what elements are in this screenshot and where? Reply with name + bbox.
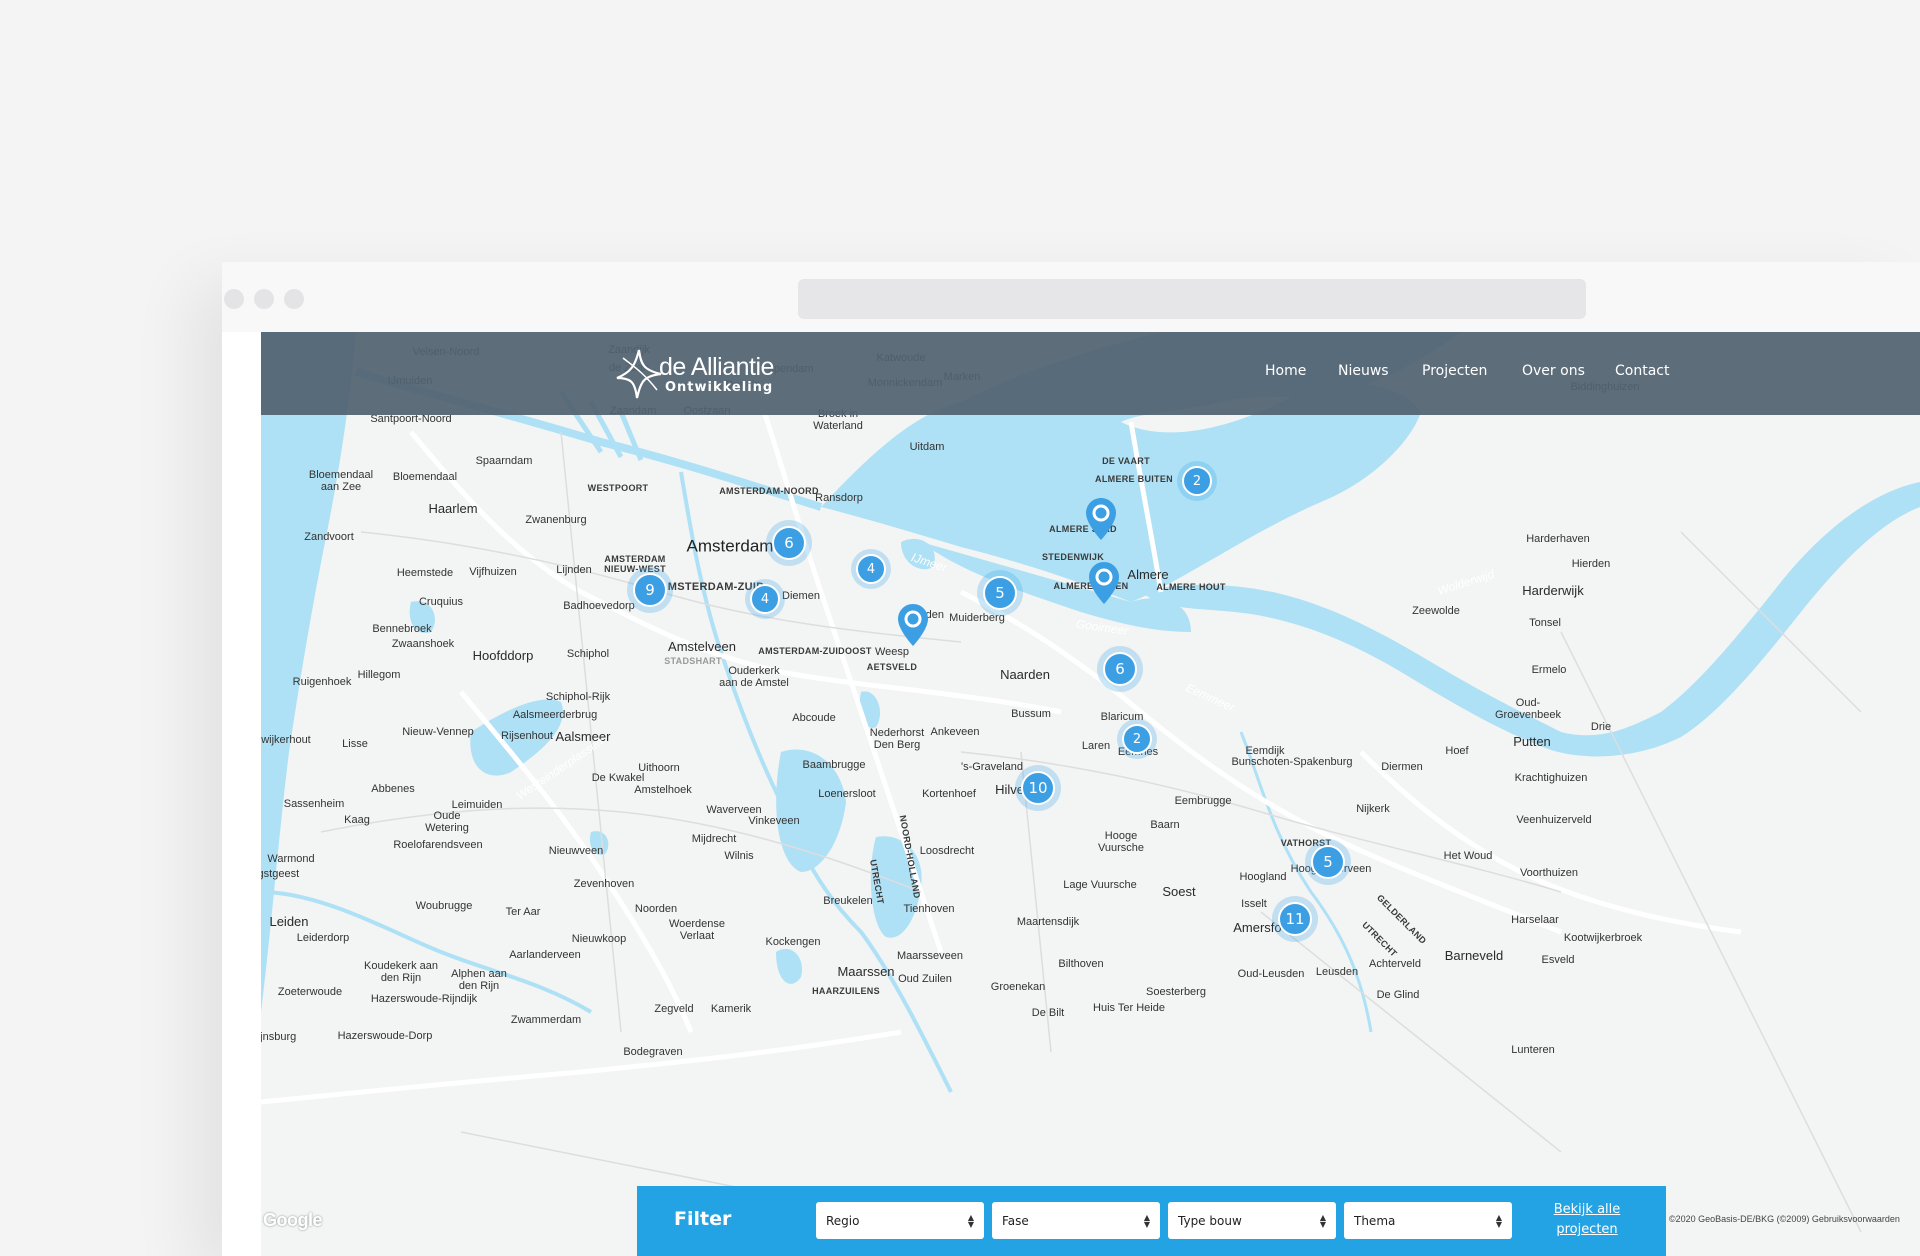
cluster-count: 6 <box>772 526 806 560</box>
logo[interactable]: de Alliantie Ontwikkeling <box>613 344 774 404</box>
page-viewport: Amsterdam Haarlem Almere Leiden Zaandam … <box>261 332 1920 1256</box>
map-pin-icon[interactable] <box>897 603 929 647</box>
map-cluster[interactable]: 2 <box>1117 719 1157 759</box>
link-line: Bekijk alle <box>1553 1202 1621 1217</box>
cluster-count: 4 <box>856 554 886 584</box>
map-attribution[interactable]: ©2020 GeoBasis-DE/BKG (©2009) Gebruiksvo… <box>1669 1214 1900 1224</box>
map-cluster[interactable]: 4 <box>745 579 785 619</box>
link-line: projecten <box>1556 1222 1618 1237</box>
map-cluster[interactable]: 5 <box>977 570 1023 616</box>
map-cluster[interactable]: 4 <box>851 549 891 589</box>
cluster-count: 10 <box>1021 771 1055 805</box>
select-label: Thema <box>1354 1213 1396 1228</box>
nav-projecten[interactable]: Projecten <box>1422 363 1487 379</box>
cluster-count: 2 <box>1122 724 1152 754</box>
browser-toolbar <box>222 262 1920 332</box>
map-cluster[interactable]: 6 <box>1097 646 1143 692</box>
map-background[interactable] <box>261 332 1920 1256</box>
select-label: Regio <box>826 1213 860 1228</box>
filter-bar: Filter Regio ▲ ▼ Fase ▲ ▼ Type bouw ▲ ▼ The… <box>637 1186 1666 1256</box>
nav-nieuws[interactable]: Nieuws <box>1338 363 1389 379</box>
map-cluster[interactable]: 9 <box>627 567 673 613</box>
address-bar[interactable] <box>798 279 1586 319</box>
site-header: de Alliantie Ontwikkeling Home Nieuws Pr… <box>261 332 1920 415</box>
map-cluster[interactable]: 6 <box>766 520 812 566</box>
map-cluster[interactable]: 2 <box>1177 461 1217 501</box>
cluster-count: 2 <box>1182 466 1212 496</box>
select-arrows-icon: ▲ ▼ <box>1495 1212 1502 1229</box>
cluster-count: 9 <box>633 573 667 607</box>
select-arrows-icon: ▲ ▼ <box>1143 1212 1150 1229</box>
view-all-projects-link[interactable]: Bekijk alle projecten <box>1542 1200 1632 1240</box>
select-label: Type bouw <box>1178 1213 1242 1228</box>
logo-name: de Alliantie <box>659 352 774 381</box>
regio-select[interactable]: Regio ▲ ▼ <box>816 1202 984 1239</box>
google-logo[interactable]: Google <box>263 1210 323 1231</box>
map-cluster[interactable]: 10 <box>1015 765 1061 811</box>
map-cluster[interactable]: 11 <box>1272 896 1318 942</box>
window-dot <box>254 289 274 309</box>
select-arrows-icon: ▲ ▼ <box>967 1212 974 1229</box>
nav-contact[interactable]: Contact <box>1615 363 1669 379</box>
window-dot <box>224 289 244 309</box>
logo-text: de Alliantie Ontwikkeling <box>659 354 774 395</box>
map-pin-icon[interactable] <box>1088 561 1120 605</box>
nav-over-ons[interactable]: Over ons <box>1522 363 1585 379</box>
fase-select[interactable]: Fase ▲ ▼ <box>992 1202 1160 1239</box>
logo-subtitle: Ontwikkeling <box>665 379 774 395</box>
map-cluster[interactable]: 5 <box>1305 839 1351 885</box>
thema-select[interactable]: Thema ▲ ▼ <box>1344 1202 1512 1239</box>
cluster-count: 4 <box>750 584 780 614</box>
select-label: Fase <box>1002 1213 1029 1228</box>
alliantie-star-icon <box>616 349 662 399</box>
cluster-count: 5 <box>983 576 1017 610</box>
map-pin-icon[interactable] <box>1085 497 1117 541</box>
cluster-count: 6 <box>1103 652 1137 686</box>
type-bouw-select[interactable]: Type bouw ▲ ▼ <box>1168 1202 1336 1239</box>
cluster-count: 5 <box>1311 845 1345 879</box>
nav-home[interactable]: Home <box>1265 363 1306 379</box>
cluster-count: 11 <box>1278 902 1312 936</box>
window-dot <box>284 289 304 309</box>
filter-title: Filter <box>674 1208 732 1230</box>
select-arrows-icon: ▲ ▼ <box>1319 1212 1326 1229</box>
